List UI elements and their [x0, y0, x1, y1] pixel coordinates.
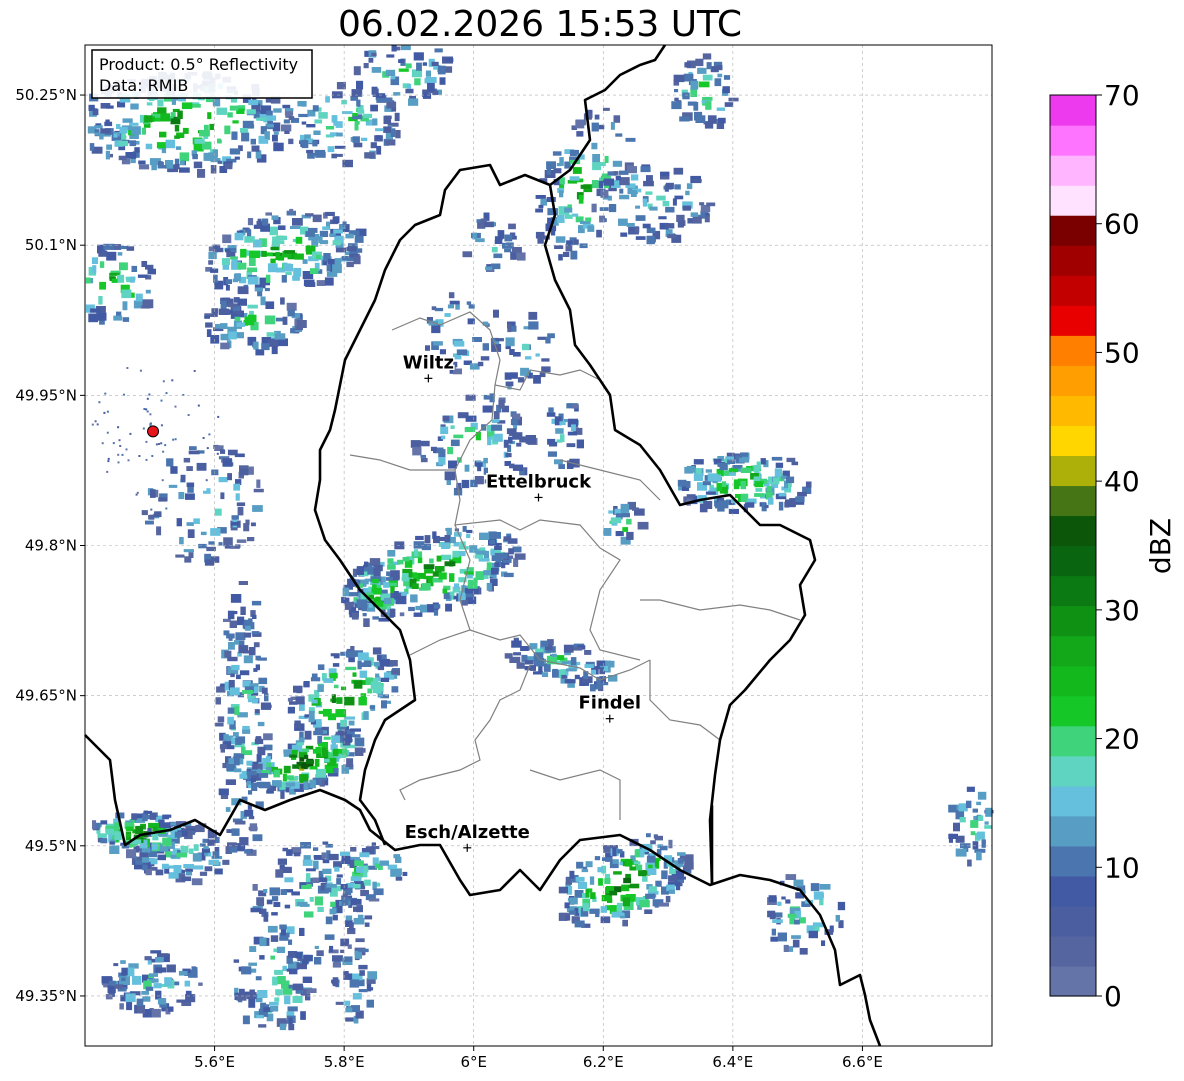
- colorbar-segment: [1050, 785, 1096, 817]
- colorbar-ticks: 0 10 20 30 40 50 60 70: [1096, 79, 1140, 1013]
- colorbar-segment: [1050, 815, 1096, 847]
- colorbar-segment: [1050, 185, 1096, 216]
- colorbar-tick-label: 50: [1104, 336, 1140, 369]
- colorbar-segment: [1050, 905, 1096, 937]
- colorbar-segment: [1050, 725, 1096, 757]
- colorbar-segment: [1050, 455, 1096, 487]
- colorbar-segment: [1050, 515, 1096, 547]
- colorbar-segment: [1050, 545, 1096, 577]
- colorbar-segment: [1050, 935, 1096, 967]
- colorbar-segment: [1050, 965, 1096, 997]
- colorbar-segment: [1050, 755, 1096, 787]
- colorbar-segments: [1050, 95, 1096, 997]
- colorbar-segment: [1050, 875, 1096, 907]
- colorbar-segment: [1050, 485, 1096, 517]
- colorbar-segment: [1050, 335, 1096, 366]
- colorbar-tick-label: 10: [1104, 851, 1140, 884]
- colorbar-segment: [1050, 155, 1096, 186]
- colorbar-segment: [1050, 845, 1096, 877]
- colorbar-segment: [1050, 695, 1096, 727]
- colorbar-segment: [1050, 245, 1096, 276]
- colorbar-segment: [1050, 605, 1096, 637]
- colorbar-segment: [1050, 665, 1096, 697]
- colorbar-segment: [1050, 365, 1096, 396]
- colorbar-segment: [1050, 305, 1096, 336]
- colorbar-tick-label: 20: [1104, 723, 1140, 756]
- colorbar-segment: [1050, 215, 1096, 246]
- colorbar: 0 10 20 30 40 50 60 70 dBZ: [1049, 79, 1177, 1013]
- colorbar-segment: [1050, 275, 1096, 306]
- colorbar-segment: [1050, 635, 1096, 667]
- colorbar-tick-label: 30: [1104, 594, 1140, 627]
- colorbar-segment: [1050, 95, 1096, 126]
- colorbar-segment: [1050, 395, 1096, 426]
- colorbar-segment: [1050, 125, 1096, 156]
- colorbar-tick-label: 40: [1104, 465, 1140, 498]
- colorbar-tick-label: 70: [1104, 79, 1140, 112]
- colorbar-segment: [1050, 425, 1096, 456]
- colorbar-tick-label: 0: [1104, 980, 1122, 1013]
- colorbar-label: dBZ: [1144, 518, 1177, 574]
- colorbar-segment: [1050, 575, 1096, 607]
- colorbar-tick-label: 60: [1104, 208, 1140, 241]
